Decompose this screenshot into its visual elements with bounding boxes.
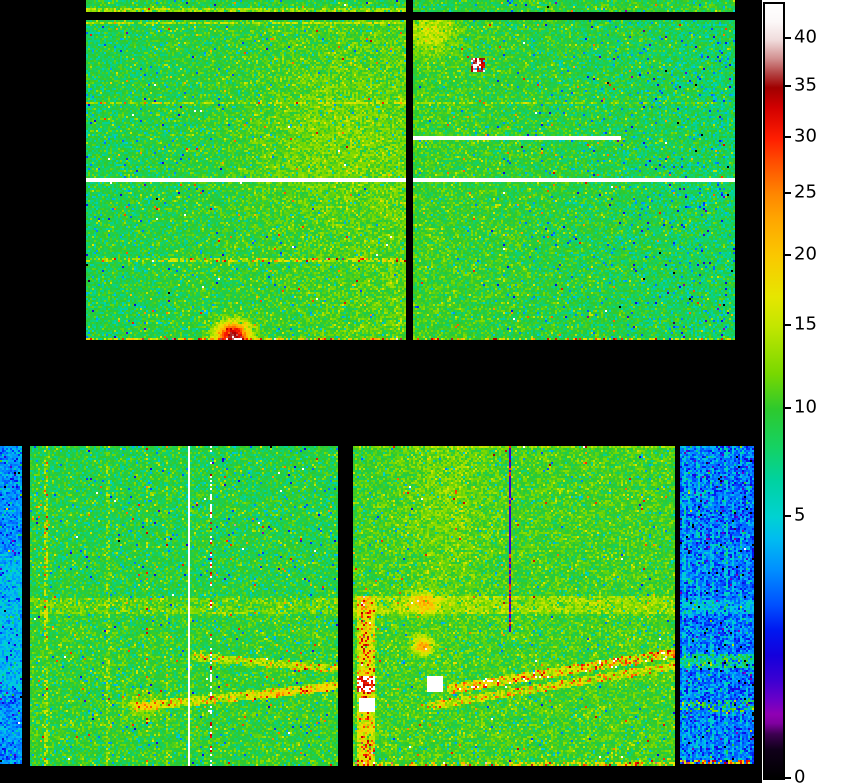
- top-panel-left: [86, 20, 406, 340]
- colorbar: [763, 2, 785, 780]
- colorbar-tick-mark: [785, 407, 791, 409]
- colorbar-tick-mark: [785, 324, 791, 326]
- bottom-panel-right: [680, 446, 754, 764]
- colorbar-tick-label: 5: [794, 507, 805, 525]
- colorbar-tick-mark: [785, 136, 791, 138]
- colorbar-tick-mark: [785, 192, 791, 194]
- top-strip-right: [413, 0, 735, 12]
- colorbar-tick-label: 0: [794, 768, 805, 783]
- bottom-strip-left: [0, 446, 22, 764]
- colorbar-tick-mark: [785, 515, 791, 517]
- bottom-panel-left: [30, 446, 338, 766]
- colorbar-tick-label: 20: [794, 245, 817, 263]
- colorbar-tick-mark: [785, 777, 791, 779]
- colorbar-tick-mark: [785, 254, 791, 256]
- colorbar-tick-label: 40: [794, 29, 817, 47]
- colorbar-tick-mark: [785, 37, 791, 39]
- colorbar-gradient: [765, 4, 783, 778]
- colorbar-tick-label: 15: [794, 315, 817, 333]
- top-strip-left: [86, 0, 406, 12]
- plot-area: [0, 0, 762, 783]
- top-panel-right: [413, 20, 735, 340]
- colorbar-tick-label: 35: [794, 76, 817, 94]
- colorbar-tick-label: 30: [794, 128, 817, 146]
- bottom-panel-middle: [353, 446, 675, 766]
- colorbar-tick-label: 25: [794, 184, 817, 202]
- colorbar-tick-mark: [785, 85, 791, 87]
- detector-image-figure: 40 35 30 25 20 15 10 5 0: [0, 0, 868, 783]
- colorbar-tick-label: 10: [794, 399, 817, 417]
